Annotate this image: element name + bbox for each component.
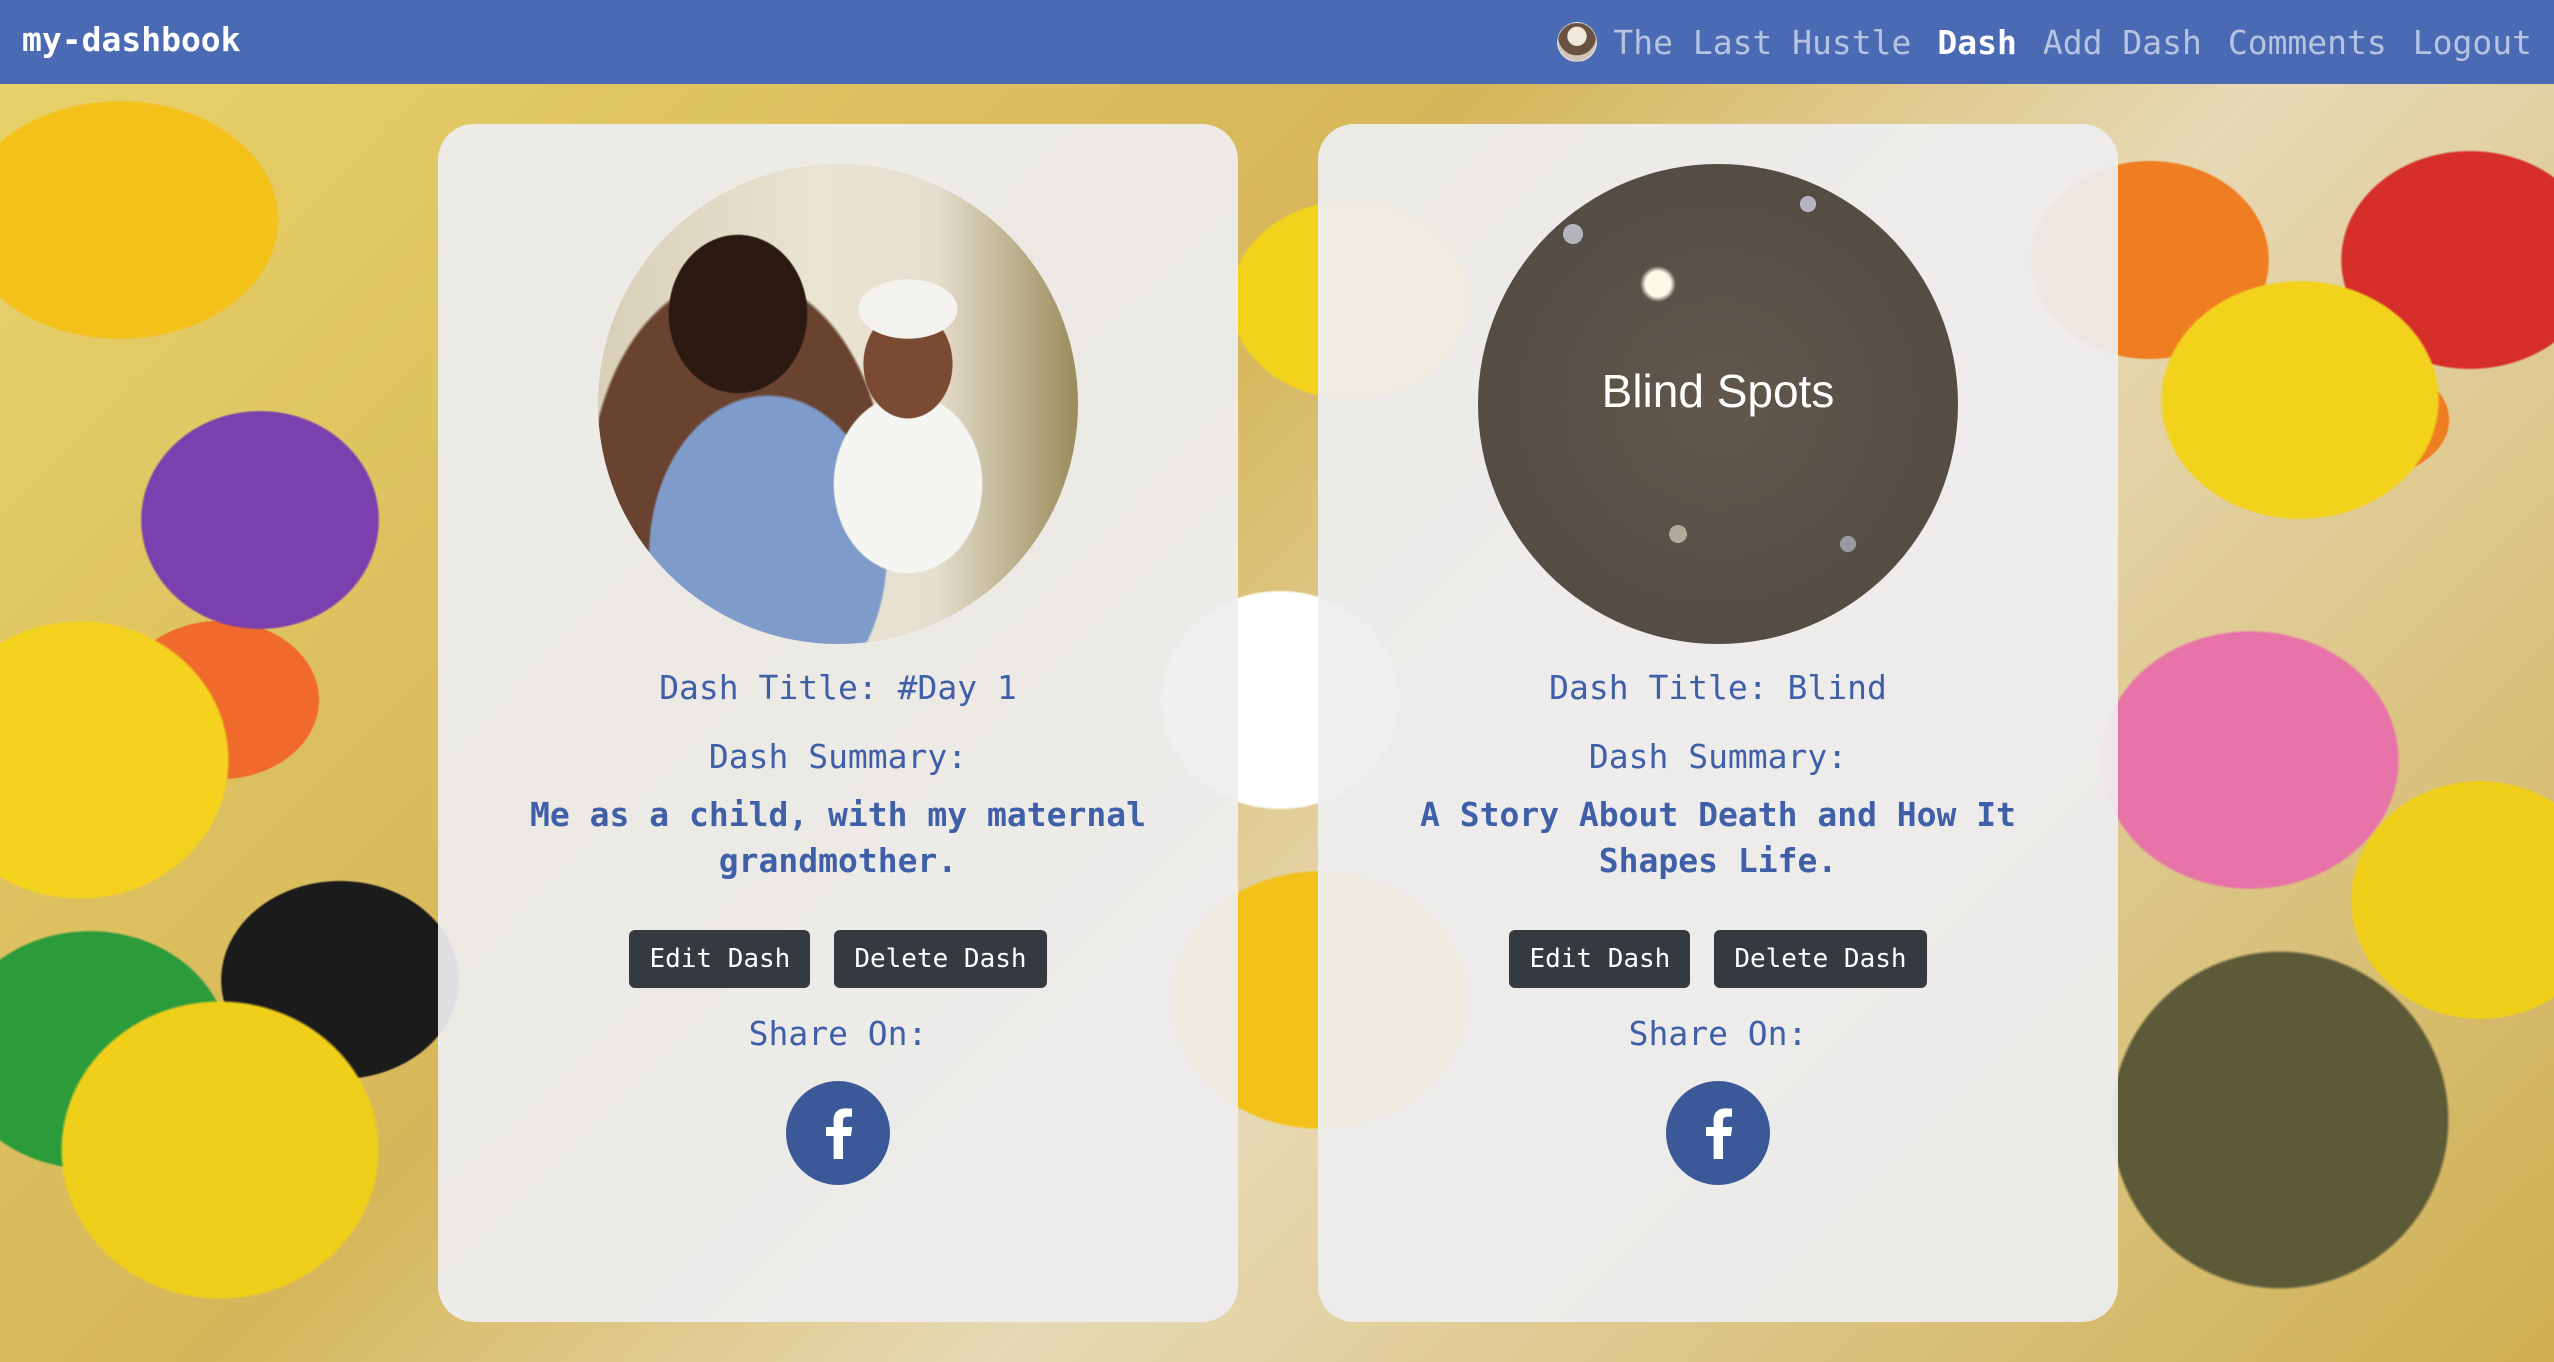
rubber-duck-background [0, 0, 2554, 1362]
dash-image: Blind Spots [1478, 164, 1958, 644]
facebook-icon [1706, 1108, 1733, 1159]
brand-logo[interactable]: my-dashbook [22, 20, 241, 59]
dash-summary: A Story About Death and How It Shapes Li… [1419, 795, 2017, 880]
dash-card: Blind Spots Dash Title: Blind Dash Summa… [1318, 124, 2118, 1322]
dash-actions: Edit Dash Delete Dash [629, 930, 1047, 988]
edit-dash-button[interactable]: Edit Dash [1509, 930, 1691, 988]
dash-title: Dash Title: #Day 1 [659, 668, 1017, 707]
dash-title: Dash Title: Blind [1549, 668, 1887, 707]
share-label: Share On: [1628, 1014, 1808, 1053]
delete-dash-button[interactable]: Delete Dash [1714, 930, 1927, 988]
edit-dash-button[interactable]: Edit Dash [629, 930, 811, 988]
nav-link-dash[interactable]: Dash [1937, 23, 2016, 62]
delete-dash-button[interactable]: Delete Dash [834, 930, 1047, 988]
facebook-share-button[interactable] [1666, 1081, 1770, 1185]
user-avatar [1557, 22, 1598, 62]
nav-links: The Last Hustle Dash Add Dash Comments L… [1557, 22, 2532, 62]
facebook-icon [826, 1108, 853, 1159]
nav-link-add-dash[interactable]: Add Dash [2043, 23, 2202, 62]
dash-image [598, 164, 1078, 644]
dash-actions: Edit Dash Delete Dash [1509, 930, 1927, 988]
top-navbar: my-dashbook The Last Hustle Dash Add Das… [0, 0, 2554, 84]
dash-card: Dash Title: #Day 1 Dash Summary: Me as a… [438, 124, 1238, 1322]
nav-link-logout[interactable]: Logout [2413, 23, 2532, 62]
nav-user-name[interactable]: The Last Hustle [1613, 23, 1911, 62]
share-label: Share On: [748, 1014, 928, 1053]
nav-link-comments[interactable]: Comments [2228, 23, 2387, 62]
dash-summary-label: Dash Summary: [708, 737, 968, 776]
dash-summary-label: Dash Summary: [1588, 737, 1848, 776]
dash-summary: Me as a child, with my maternal grandmot… [530, 795, 1146, 880]
facebook-share-button[interactable] [786, 1081, 890, 1185]
dash-image-caption: Blind Spots [1601, 365, 1835, 417]
